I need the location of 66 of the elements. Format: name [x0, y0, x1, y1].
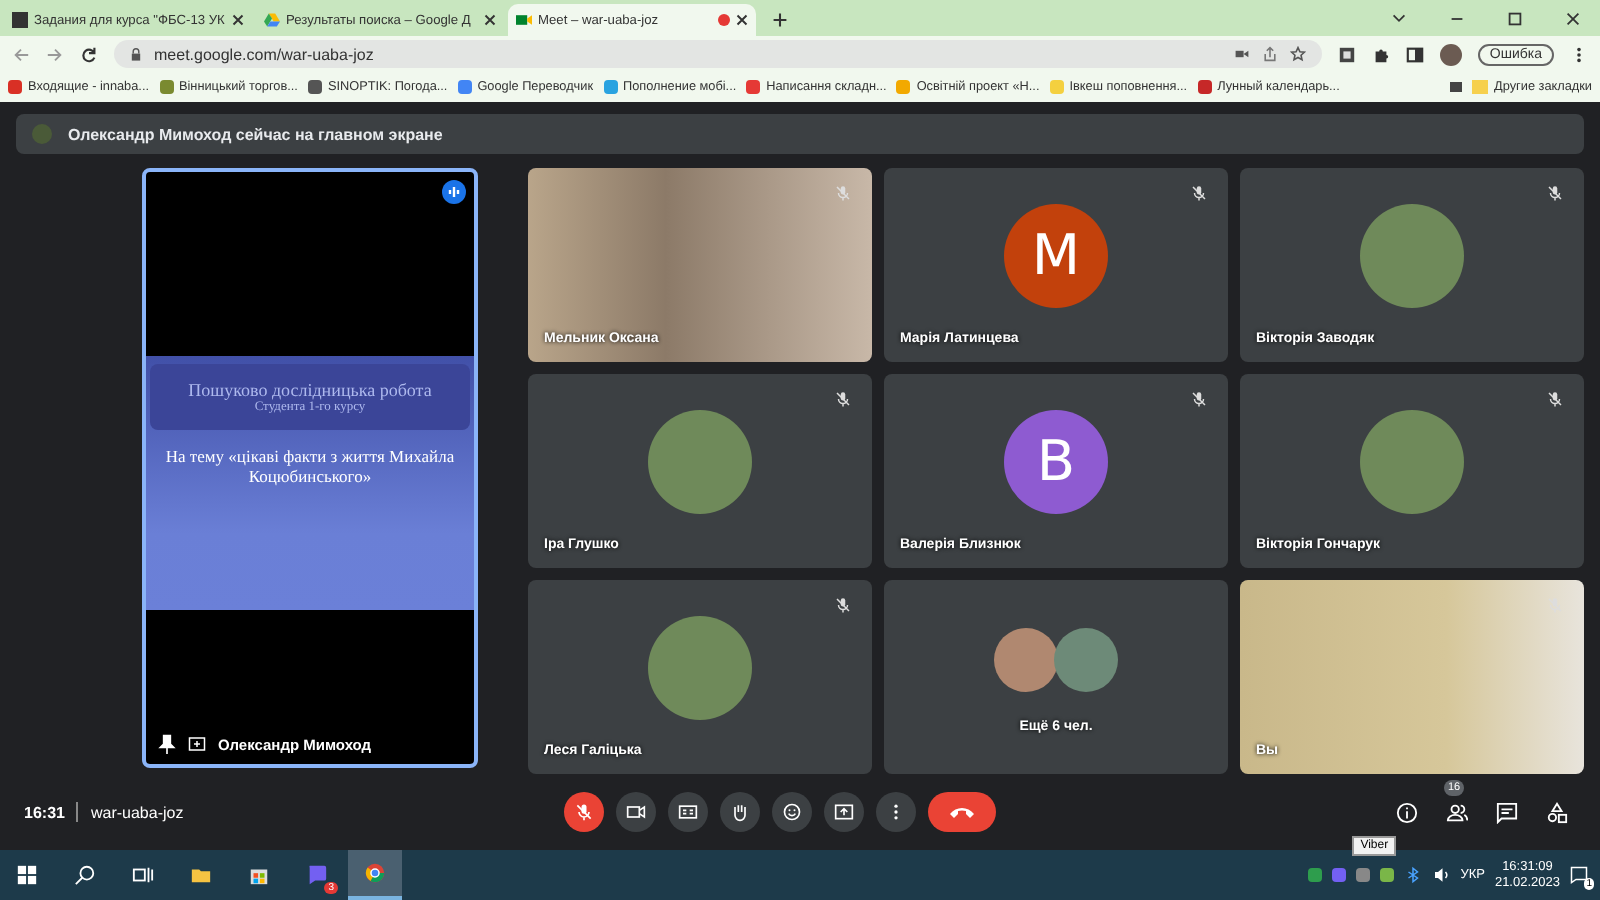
browser-icon[interactable]: [364, 862, 386, 884]
camera-icon: [626, 802, 646, 822]
letter-avatar: M: [1004, 203, 1108, 307]
video-icon[interactable]: [1233, 46, 1250, 62]
shapes-icon[interactable]: [1546, 801, 1568, 823]
store-icon[interactable]: [248, 864, 270, 886]
present-icon: [834, 802, 854, 822]
raise-hand-button[interactable]: [720, 792, 760, 832]
windows-start-icon[interactable]: [16, 864, 38, 886]
chevron-icon[interactable]: [1390, 10, 1408, 28]
end-call-button[interactable]: [928, 792, 996, 832]
star-icon[interactable]: [1289, 46, 1306, 62]
more-button[interactable]: [876, 792, 916, 832]
folder-icon: [1472, 80, 1489, 94]
presenting-notice: Олександр Мимоход сейчас на главном экране: [68, 125, 443, 143]
avatar: [994, 627, 1058, 691]
slide-text: На тему «цікаві факти з життя Михайла Коцюбинського»: [163, 446, 457, 486]
phone-icon: [948, 804, 976, 820]
avatar: [1054, 627, 1118, 691]
new-tab-icon[interactable]: [772, 12, 788, 28]
captions-button[interactable]: [668, 792, 708, 832]
captions-icon: [678, 802, 698, 822]
back-icon[interactable]: [12, 45, 30, 63]
triangle-icon: [264, 12, 280, 28]
notifications-icon[interactable]: [1570, 866, 1588, 884]
microphone-button[interactable]: [564, 792, 604, 832]
close-icon[interactable]: [484, 14, 496, 26]
avatar: [1360, 203, 1464, 307]
reload-icon[interactable]: [80, 45, 98, 63]
avatar: [1360, 409, 1464, 513]
avatar: [32, 124, 52, 144]
avatar[interactable]: [1439, 43, 1462, 65]
close-icon[interactable]: [232, 14, 244, 26]
folder-icon[interactable]: [190, 864, 212, 886]
lock-icon: [130, 47, 142, 61]
share-icon[interactable]: [1261, 46, 1278, 62]
present-button[interactable]: [824, 792, 864, 832]
people-icon[interactable]: [1446, 801, 1468, 823]
chat-bubble-icon[interactable]: [306, 864, 328, 886]
bluetooth-icon[interactable]: [1404, 866, 1423, 884]
pin-icon[interactable]: [158, 734, 176, 754]
camera-icon: [516, 12, 532, 28]
emoji-button[interactable]: [772, 792, 812, 832]
info-icon[interactable]: [1396, 801, 1418, 823]
camera-button[interactable]: [616, 792, 656, 832]
search-icon[interactable]: [74, 864, 96, 886]
task-view-icon[interactable]: [132, 864, 154, 886]
letter-avatar: B: [1004, 409, 1108, 513]
forward-icon[interactable]: [46, 45, 64, 63]
slide-title: Пошуково дослідницька робота: [186, 380, 434, 400]
volume-icon[interactable]: [1432, 866, 1451, 884]
puzzle-icon[interactable]: [1371, 45, 1390, 63]
meeting-code: war-uaba-joz: [90, 803, 184, 821]
meeting-time: 16:31: [24, 803, 65, 821]
close-icon[interactable]: [1564, 10, 1582, 28]
restore-icon[interactable]: [1506, 10, 1524, 28]
avatar: [648, 409, 752, 513]
close-icon[interactable]: [736, 14, 748, 26]
avatar: [648, 615, 752, 719]
microphone-icon: [574, 802, 594, 822]
chat-icon[interactable]: [1496, 801, 1518, 823]
sidebar-icon[interactable]: [1405, 45, 1424, 63]
hand-icon: [730, 802, 750, 822]
address-field[interactable]: meet.google.com/war-uaba-joz: [114, 40, 1322, 68]
present-icon: [188, 734, 206, 754]
smiley-icon: [782, 802, 802, 822]
